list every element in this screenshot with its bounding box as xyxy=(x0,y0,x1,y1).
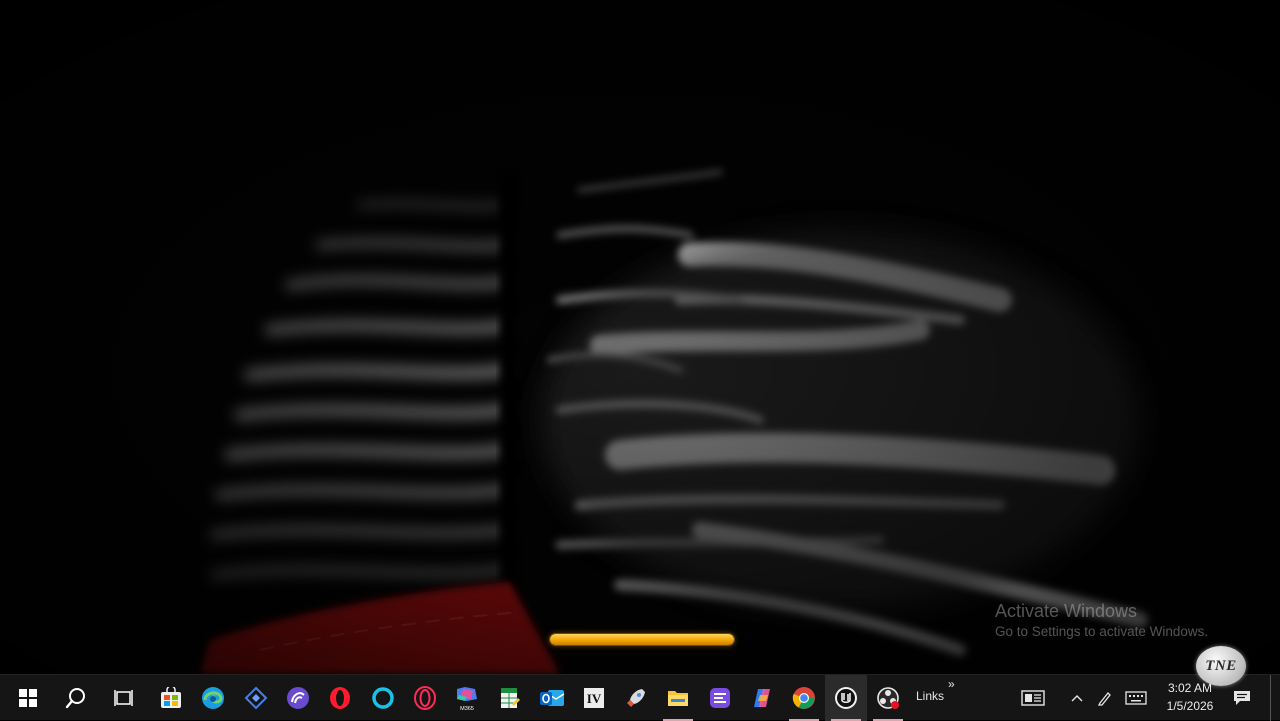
nv-icon: IV xyxy=(584,688,604,708)
taskbar-app-unreal-engine[interactable] xyxy=(825,675,867,721)
rocket-icon xyxy=(627,689,645,707)
search-icon xyxy=(65,688,85,709)
folder-icon xyxy=(668,691,688,706)
links-expand-chevron[interactable]: » xyxy=(948,677,955,691)
taskbar-app-m365[interactable]: M365 xyxy=(446,675,488,721)
menu-app-icon xyxy=(710,688,730,708)
channel-logo-text: TNE xyxy=(1205,657,1237,674)
task-view-icon xyxy=(114,690,133,706)
search-button[interactable] xyxy=(55,675,97,721)
loading-bar xyxy=(549,633,735,646)
taskbar-app-cortana[interactable] xyxy=(362,675,404,721)
store-icon xyxy=(161,687,181,708)
m365-icon: M365 xyxy=(457,687,477,711)
pen-icon xyxy=(1097,692,1111,706)
taskbar-app-obs[interactable] xyxy=(867,675,909,721)
taskbar-app-file-explorer[interactable] xyxy=(657,675,699,721)
outlook-icon xyxy=(540,690,565,706)
start-button[interactable] xyxy=(7,675,49,721)
blurred-game-scene xyxy=(0,0,1280,674)
taskbar-app-outlook[interactable] xyxy=(531,675,573,721)
activation-watermark: Activate Windows Go to Settings to activ… xyxy=(995,600,1208,641)
taskbar-app-rocket[interactable] xyxy=(615,675,657,721)
touch-keyboard-button[interactable] xyxy=(1122,675,1150,721)
notification-icon xyxy=(1234,691,1250,705)
windows-logo-icon xyxy=(19,689,37,707)
taskbar-app-edge[interactable] xyxy=(192,675,234,721)
taskbar: M365 IV Links » 3:02 AM 1/5/2026 xyxy=(0,674,1280,721)
show-desktop-button[interactable] xyxy=(1270,675,1271,721)
svg-text:IV: IV xyxy=(587,691,602,706)
taskbar-app-menu[interactable] xyxy=(699,675,741,721)
desktop-background: Activate Windows Go to Settings to activ… xyxy=(0,0,1280,674)
taskbar-app-feedly[interactable] xyxy=(235,675,277,721)
channel-logo: TNE xyxy=(1196,646,1246,686)
news-widget-icon xyxy=(1021,690,1045,706)
watermark-subtitle: Go to Settings to activate Windows. xyxy=(995,624,1209,639)
taskbar-app-nv[interactable]: IV xyxy=(573,675,615,721)
clock-date: 1/5/2026 xyxy=(1166,699,1214,713)
unreal-icon xyxy=(835,687,857,709)
cortana-icon xyxy=(372,687,394,709)
obs-icon xyxy=(877,687,899,709)
copilot-icon xyxy=(754,689,770,707)
keyboard-icon xyxy=(1125,691,1147,705)
taskbar-app-spreadsheet[interactable] xyxy=(488,675,530,721)
links-toolbar-label[interactable]: Links xyxy=(916,689,944,703)
pen-workspace-button[interactable] xyxy=(1094,675,1116,721)
news-widget-button[interactable] xyxy=(1016,675,1050,721)
taskbar-app-bittorrent[interactable] xyxy=(277,675,319,721)
show-hidden-icons-button[interactable] xyxy=(1066,675,1088,721)
taskbar-app-copilot[interactable] xyxy=(741,675,783,721)
opera-icon xyxy=(330,687,350,709)
opera-gx-icon xyxy=(414,686,436,710)
edge-icon xyxy=(202,687,224,709)
svg-text:M365: M365 xyxy=(460,706,474,711)
loading-bar-fill xyxy=(550,634,734,645)
taskbar-app-chrome[interactable] xyxy=(783,675,825,721)
bittorrent-icon xyxy=(287,687,309,709)
watermark-title: Activate Windows xyxy=(995,601,1138,621)
chrome-icon xyxy=(792,687,815,709)
diamond-app-icon xyxy=(244,686,268,710)
taskbar-app-opera[interactable] xyxy=(319,675,361,721)
spreadsheet-icon xyxy=(501,688,520,708)
task-view-button[interactable] xyxy=(103,675,145,721)
taskbar-app-opera-gx[interactable] xyxy=(404,675,446,721)
taskbar-app-microsoft-store[interactable] xyxy=(150,675,192,721)
chevron-up-icon xyxy=(1071,695,1083,702)
